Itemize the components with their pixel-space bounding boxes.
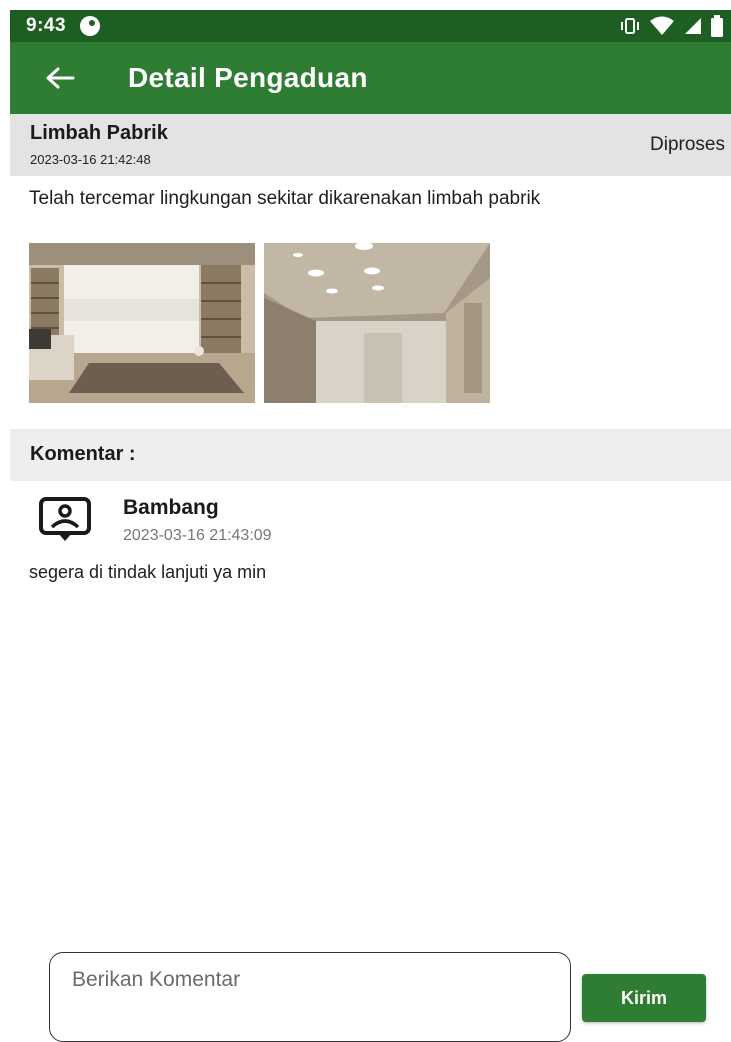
report-title: Limbah Pabrik [30,122,168,144]
report-status: Diproses [650,134,725,155]
status-icons [619,15,723,37]
status-bar: 9:43 [10,10,731,42]
status-time: 9:43 [26,15,67,36]
page-title: Detail Pengaduan [128,62,368,93]
user-avatar-icon [38,496,94,544]
report-header: Limbah Pabrik 2023-03-16 21:42:48 Dipros… [10,114,731,176]
comment-date: 2023-03-16 21:43:09 [123,527,272,544]
comment-author: Bambang [123,496,219,519]
comment-input[interactable] [70,967,554,993]
back-button[interactable] [42,60,78,96]
arrow-left-icon [46,67,75,89]
report-description: Telah tercemar lingkungan sekitar dikare… [29,188,541,209]
comment-input-container [49,952,571,1042]
vibrate-icon [621,18,639,34]
signal-icon [685,18,701,34]
report-photo[interactable] [29,243,255,403]
send-button[interactable]: Kirim [582,974,706,1022]
comment-text: segera di tindak lanjuti ya min [29,562,267,582]
battery-icon [711,15,723,37]
report-date: 2023-03-16 21:42:48 [30,152,151,167]
comments-label: Komentar : [30,443,136,465]
report-photo[interactable] [264,243,490,403]
wifi-icon [650,16,674,35]
data-saver-icon [80,16,101,36]
comments-header: Komentar : [10,429,731,481]
app-bar: Detail Pengaduan [10,42,731,114]
